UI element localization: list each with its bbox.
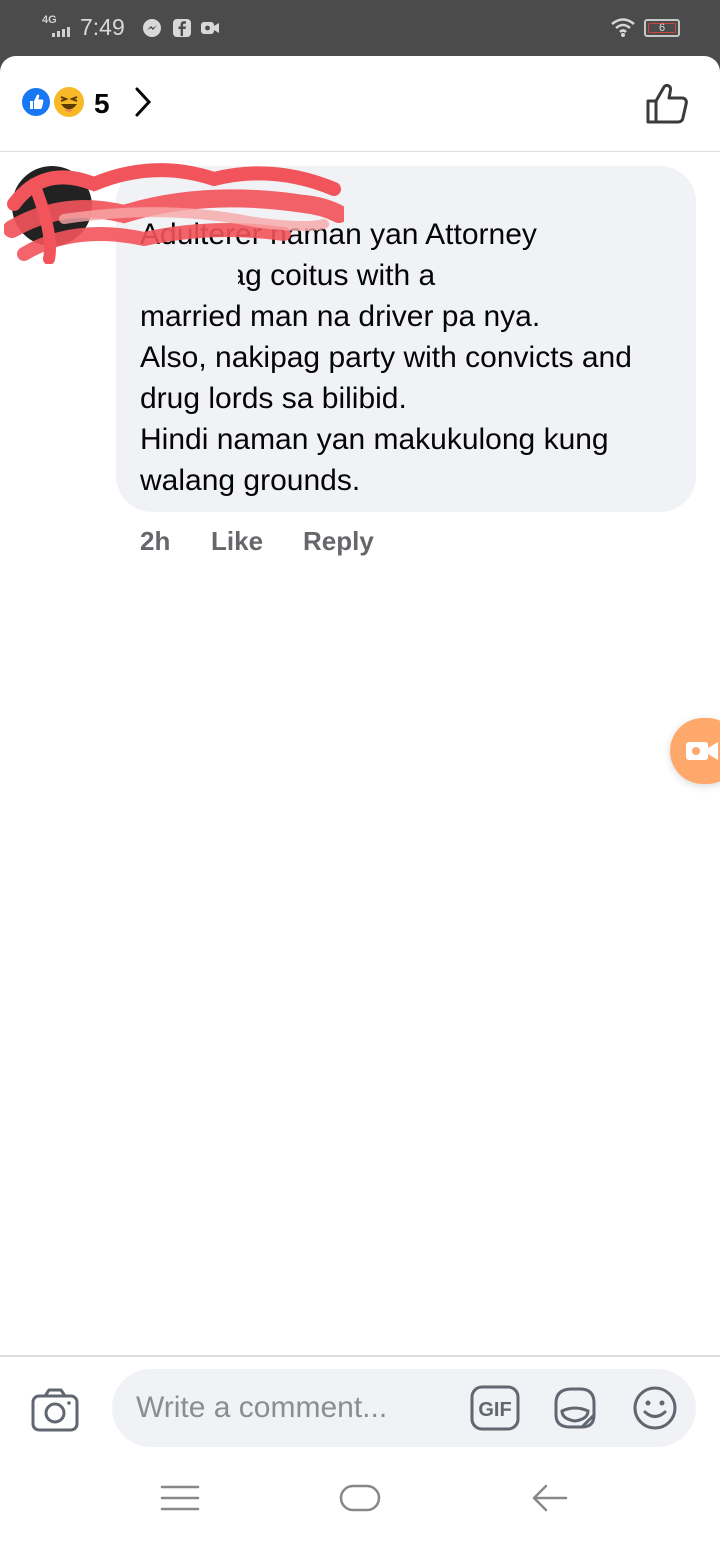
clock: 7:49 xyxy=(80,14,125,40)
comment-composer: Write a comment... GIF xyxy=(0,1355,720,1453)
chevron-right-icon[interactable] xyxy=(132,86,154,118)
reactions-sheet: 5 Adulterer naman yan Attorney , nakipag… xyxy=(0,56,720,1544)
camera-icon[interactable] xyxy=(30,1387,80,1433)
svg-text:GIF: GIF xyxy=(478,1399,511,1421)
comment-input[interactable]: Write a comment... GIF xyxy=(112,1369,696,1447)
emoji-icon[interactable] xyxy=(630,1383,680,1433)
floating-video-button[interactable] xyxy=(670,718,720,784)
haha-reaction-icon xyxy=(52,85,86,119)
messenger-icon xyxy=(143,19,161,37)
comment-time: 2h xyxy=(140,526,171,556)
battery-icon: 6 xyxy=(644,19,680,37)
reaction-count: 5 xyxy=(94,88,110,119)
system-nav-bar xyxy=(0,1453,720,1544)
menu-icon[interactable] xyxy=(160,1481,200,1515)
gif-icon[interactable]: GIF xyxy=(470,1385,520,1431)
reactions-summary[interactable]: 5 xyxy=(0,56,720,152)
wifi-icon xyxy=(611,18,635,37)
battery-level: 6 xyxy=(658,22,666,34)
network-type: 4G xyxy=(42,14,57,26)
signal-icon xyxy=(52,27,70,37)
home-icon[interactable] xyxy=(338,1481,382,1515)
like-reaction-icon xyxy=(20,86,52,118)
status-bar: 4G 7:49 6 xyxy=(0,0,720,58)
like-post-icon[interactable] xyxy=(644,82,690,126)
video-icon xyxy=(201,22,219,34)
facebook-icon xyxy=(173,19,191,37)
sticker-icon[interactable] xyxy=(550,1383,600,1433)
redacted-name xyxy=(138,259,238,293)
back-icon[interactable] xyxy=(530,1481,570,1515)
comment-like-button[interactable]: Like xyxy=(211,526,263,557)
comment-input-placeholder: Write a comment... xyxy=(136,1391,388,1424)
comment-reply-button[interactable]: Reply xyxy=(303,526,374,557)
redaction-scribble xyxy=(4,163,344,264)
